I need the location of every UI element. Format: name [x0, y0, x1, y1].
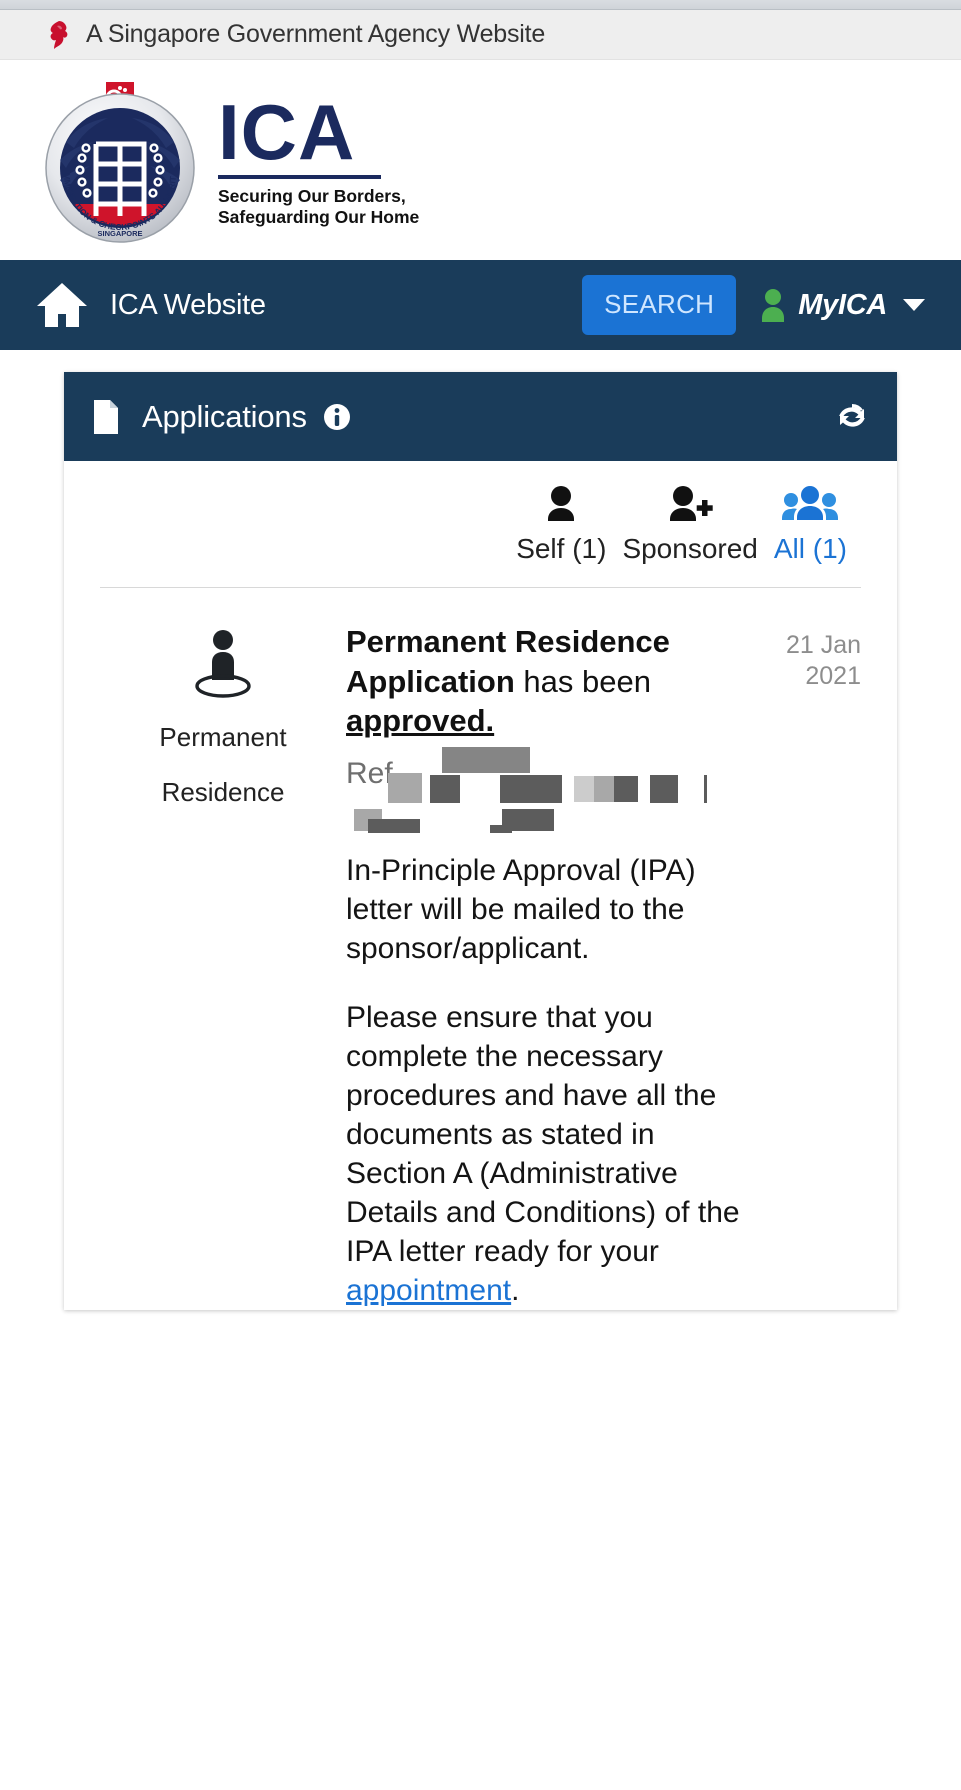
- tab-sponsored[interactable]: Sponsored: [614, 485, 765, 565]
- page-root: A Singapore Government Agency Website MM…: [0, 0, 961, 1790]
- ica-wordmark-text: ICA: [218, 87, 356, 176]
- myica-menu[interactable]: MyICA: [760, 288, 925, 322]
- tagline-line-2: Safeguarding Our Home: [218, 207, 420, 228]
- info-icon[interactable]: [323, 403, 351, 431]
- nav-home-link[interactable]: ICA Website: [34, 280, 266, 330]
- application-type-column: Permanent Residence: [100, 622, 346, 1310]
- page-title: Applications: [142, 398, 307, 434]
- applications-card-header: Applications: [64, 372, 897, 461]
- application-filter-tabs: Self (1) Sponsored All (1): [100, 461, 861, 565]
- home-icon: [34, 280, 90, 330]
- person-icon: [541, 485, 581, 521]
- application-type-label-2: Residence: [161, 777, 285, 807]
- application-date-line-2: 2021: [805, 662, 861, 691]
- tab-self[interactable]: Self (1): [508, 485, 614, 565]
- application-status-heading: Permanent Residence Application has been…: [346, 622, 749, 741]
- application-list-item[interactable]: Permanent Residence Permanent Residence …: [100, 588, 861, 1310]
- refresh-icon[interactable]: [835, 400, 869, 434]
- application-date-line-1: 21 Jan: [785, 631, 861, 659]
- application-paragraph-2: Please ensure that you complete the nece…: [346, 998, 749, 1310]
- svg-text:SINGAPORE: SINGAPORE: [97, 229, 142, 238]
- nav-right-group: SEARCH MyICA: [582, 275, 931, 335]
- people-group-icon: [782, 485, 839, 521]
- ica-crest-icon: IMMIGRATION & CHECKPOINTS AUTHORITY SING…: [37, 68, 200, 244]
- application-date: 21 Jan 2021: [753, 622, 861, 1310]
- tab-all-label: All (1): [773, 533, 847, 564]
- government-banner-text: A Singapore Government Agency Website: [86, 20, 546, 48]
- applications-card: Applications Self (1) Sponsored All (1) …: [64, 372, 897, 1311]
- myica-label: MyICA: [798, 288, 887, 321]
- application-paragraph-1: In-Principle Approval (IPA) letter will …: [346, 854, 696, 966]
- application-paragraph-2-text: Please ensure that you complete the nece…: [346, 1001, 740, 1269]
- tab-sponsored-label: Sponsored: [622, 533, 758, 564]
- ica-wordmark: ICA Securing Our Borders, Safeguarding O…: [218, 91, 419, 230]
- government-banner: A Singapore Government Agency Website: [0, 10, 961, 60]
- nav-home-label: ICA Website: [110, 288, 266, 321]
- tagline-line-1: Securing Our Borders,: [218, 185, 406, 206]
- application-paragraph-2-end: .: [511, 1274, 520, 1308]
- application-detail-column: Permanent Residence Application has been…: [346, 622, 753, 1310]
- permanent-residence-icon: [189, 628, 257, 702]
- appointment-link[interactable]: appointment: [346, 1274, 511, 1307]
- main-navbar: ICA Website SEARCH MyICA: [0, 260, 961, 350]
- chevron-down-icon[interactable]: [903, 299, 925, 311]
- person-icon: [760, 288, 786, 322]
- person-add-icon: [665, 485, 715, 521]
- tab-self-label: Self (1): [516, 533, 607, 564]
- application-status-heading-rest: has been: [514, 663, 651, 699]
- status-badge: approved.: [346, 703, 495, 739]
- browser-chrome-sliver: [0, 0, 961, 10]
- application-type-label-1: Permanent: [159, 722, 287, 752]
- search-button[interactable]: SEARCH: [582, 275, 737, 335]
- application-reference-redacted: Ref: [346, 747, 749, 834]
- applications-card-body: Self (1) Sponsored All (1) Permanent Res…: [64, 461, 897, 1311]
- tab-all[interactable]: All (1): [766, 485, 855, 565]
- application-reference-label: Ref: [346, 757, 393, 791]
- ica-masthead: IMMIGRATION & CHECKPOINTS AUTHORITY SING…: [0, 60, 961, 260]
- document-icon: [92, 399, 120, 435]
- singapore-lion-icon: [46, 20, 72, 50]
